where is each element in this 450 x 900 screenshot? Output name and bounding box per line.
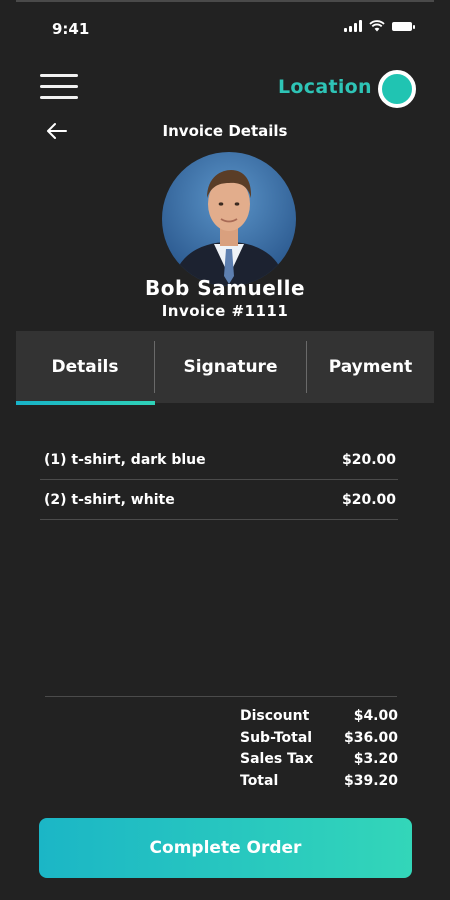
- total-label: Sub-Total: [240, 729, 313, 746]
- battery-icon: [392, 21, 415, 31]
- wifi-icon: [369, 20, 385, 32]
- total-label: Total: [240, 772, 279, 789]
- discount-row: Discount $4.00: [240, 706, 398, 728]
- total-value: $36.00: [343, 729, 398, 746]
- status-icons: [344, 20, 415, 32]
- totals-divider: [45, 696, 397, 697]
- sales-tax-row: Sales Tax $3.20: [240, 749, 398, 771]
- line-item: (1) t-shirt, dark blue $20.00: [40, 440, 398, 480]
- cellular-signal-icon: [344, 20, 362, 32]
- item-price: $20.00: [341, 451, 396, 468]
- top-divider: [16, 0, 434, 2]
- total-value: $39.20: [343, 772, 398, 789]
- active-tab-indicator: [16, 401, 155, 405]
- total-label: Discount: [240, 708, 310, 724]
- total-value: $3.20: [353, 751, 398, 767]
- customer-avatar: [162, 152, 296, 286]
- total-value: $4.00: [353, 708, 398, 724]
- invoice-number: Invoice #1111: [161, 302, 289, 320]
- line-item: (2) t-shirt, white $20.00: [40, 480, 398, 520]
- tab-details[interactable]: Details: [16, 331, 154, 403]
- item-description: (2) t-shirt, white: [44, 491, 175, 508]
- line-items: (1) t-shirt, dark blue $20.00 (2) t-shir…: [40, 440, 398, 520]
- item-price: $20.00: [341, 491, 396, 508]
- complete-order-button[interactable]: Complete Order: [39, 818, 412, 878]
- customer-name: Bob Samuelle: [144, 276, 306, 300]
- subtotal-row: Sub-Total $36.00: [240, 728, 398, 750]
- page-title: Invoice Details: [162, 122, 288, 140]
- status-time: 9:41: [52, 20, 90, 38]
- hamburger-menu-icon[interactable]: [40, 74, 78, 100]
- location-label[interactable]: Location: [278, 76, 372, 98]
- total-label: Sales Tax: [240, 751, 314, 767]
- tab-signature[interactable]: Signature: [155, 331, 306, 403]
- location-indicator-icon[interactable]: [378, 70, 416, 108]
- grand-total-row: Total $39.20: [240, 771, 398, 793]
- tab-payment[interactable]: Payment: [307, 331, 434, 403]
- order-totals: Discount $4.00 Sub-Total $36.00 Sales Ta…: [240, 706, 398, 792]
- item-description: (1) t-shirt, dark blue: [44, 451, 206, 468]
- tab-bar: Details Signature Payment: [16, 331, 434, 403]
